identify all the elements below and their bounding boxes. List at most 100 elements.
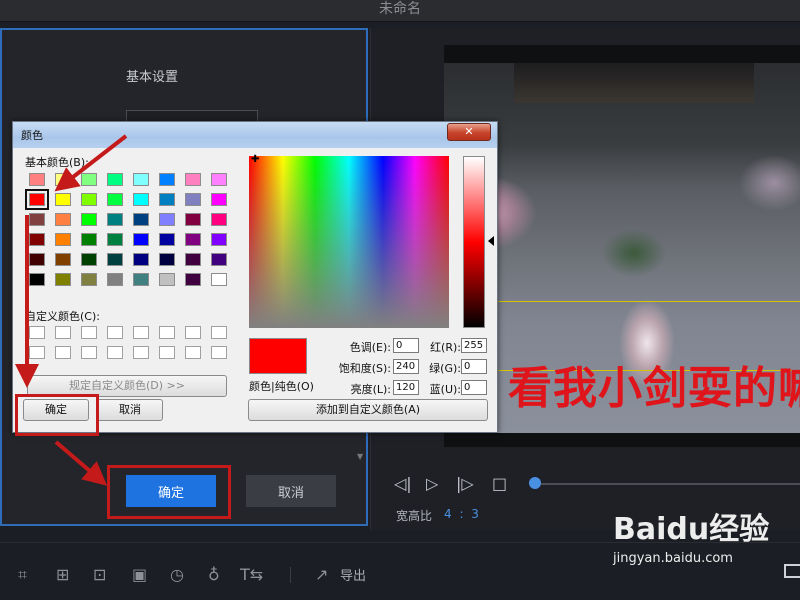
basic-color-swatch[interactable] [81,213,97,226]
basic-color-swatch[interactable] [159,233,175,246]
custom-color-swatch[interactable] [185,326,201,339]
luminance-input[interactable]: 120 [393,380,419,395]
custom-color-swatch[interactable] [107,326,123,339]
basic-color-swatch[interactable] [211,213,227,226]
basic-color-swatch[interactable] [81,253,97,266]
basic-color-swatch[interactable] [211,193,227,206]
luminance-slider[interactable] [463,156,485,328]
play-icon[interactable]: ▷ [426,474,438,493]
basic-color-swatch[interactable] [29,213,45,226]
frame-icon[interactable]: ▣ [132,565,147,584]
custom-color-swatch[interactable] [133,326,149,339]
basic-color-swatch[interactable] [159,193,175,206]
dialog-cancel-button[interactable]: 取消 [97,399,163,421]
dialog-titlebar[interactable]: 颜色 ✕ [13,122,497,148]
custom-color-swatch[interactable] [29,346,45,359]
basic-color-swatch[interactable] [185,233,201,246]
basic-color-swatch[interactable] [107,253,123,266]
custom-color-swatch[interactable] [107,346,123,359]
mosaic-icon[interactable]: ⊡ [93,565,106,584]
dialog-body: 基本颜色(B): 自定义颜色(C): 规定自定义颜色(D) >> 确定 取消 添… [17,148,494,430]
basic-color-swatch[interactable] [133,253,149,266]
custom-color-swatch[interactable] [81,326,97,339]
basic-color-swatch[interactable] [133,273,149,286]
basic-color-swatch[interactable] [55,233,71,246]
custom-color-swatch[interactable] [55,326,71,339]
basic-color-swatch[interactable] [133,193,149,206]
basic-color-swatch[interactable] [29,253,45,266]
basic-color-swatch[interactable] [107,173,123,186]
speed-clock-icon[interactable]: ◷ [170,565,184,584]
custom-color-swatch[interactable] [185,346,201,359]
timeline-track[interactable] [535,483,800,485]
red-input[interactable]: 255 [461,338,487,353]
basic-color-swatch[interactable] [81,173,97,186]
basic-color-swatch[interactable] [107,193,123,206]
scale-icon[interactable]: ⊞ [56,565,69,584]
basic-color-swatch[interactable] [185,213,201,226]
custom-color-swatch[interactable] [159,326,175,339]
blue-input[interactable]: 0 [461,380,487,395]
color-spectrum[interactable] [249,156,449,328]
basic-color-swatch[interactable] [211,253,227,266]
custom-color-swatch[interactable] [29,326,45,339]
basic-color-swatch[interactable] [133,173,149,186]
basic-color-swatch[interactable] [55,193,71,206]
microphone-icon[interactable]: ♁ [208,565,220,584]
hue-input[interactable]: 0 [393,338,419,353]
saturation-input[interactable]: 240 [393,359,419,374]
basic-color-swatch[interactable] [55,253,71,266]
spectrum-crosshair-icon[interactable]: ✚ [251,154,259,165]
basic-color-swatch[interactable] [185,193,201,206]
crop-icon[interactable]: ⌗ [18,565,27,585]
basic-color-swatch[interactable] [159,273,175,286]
basic-color-swatch[interactable] [211,173,227,186]
custom-color-swatch[interactable] [133,346,149,359]
basic-color-swatch[interactable] [55,173,71,186]
aspect-ratio-value[interactable]: 4 : 3 [444,507,481,521]
stop-icon[interactable]: □ [492,474,507,493]
basic-color-swatch[interactable] [211,233,227,246]
exit-icon[interactable] [784,564,800,578]
green-input[interactable]: 0 [461,359,487,374]
basic-color-swatch[interactable] [29,273,45,286]
add-to-custom-colors-button[interactable]: 添加到自定义颜色(A) [248,399,488,421]
basic-color-swatch[interactable] [159,253,175,266]
text-icon[interactable]: T⇆ [240,565,263,584]
basic-color-swatch[interactable] [107,273,123,286]
basic-color-swatch[interactable] [159,213,175,226]
basic-color-swatch[interactable] [185,273,201,286]
basic-color-swatch[interactable] [107,213,123,226]
basic-color-swatch[interactable] [81,193,97,206]
basic-color-swatch[interactable] [107,233,123,246]
basic-color-swatch[interactable] [185,173,201,186]
custom-color-swatch[interactable] [211,326,227,339]
luminance-arrow-icon[interactable] [488,236,494,246]
next-frame-icon[interactable]: |▷ [456,474,474,493]
basic-color-swatch[interactable] [159,173,175,186]
app-cancel-button[interactable]: 取消 [246,475,336,507]
scroll-down-icon[interactable]: ▼ [357,452,363,461]
custom-color-swatch[interactable] [159,346,175,359]
basic-color-swatch[interactable] [133,213,149,226]
basic-color-swatch[interactable] [29,173,45,186]
basic-color-swatch[interactable] [211,273,227,286]
export-button-label[interactable]: 导出 [340,565,366,584]
basic-color-swatch[interactable] [29,233,45,246]
previous-frame-icon[interactable]: ◁| [394,474,412,493]
close-icon[interactable]: ✕ [447,123,491,141]
basic-color-swatch[interactable] [55,213,71,226]
custom-color-swatch[interactable] [81,346,97,359]
custom-color-swatch[interactable] [211,346,227,359]
basic-color-swatch-selected[interactable] [25,189,49,210]
dialog-title: 颜色 [21,129,43,142]
custom-color-swatch[interactable] [55,346,71,359]
export-icon[interactable]: ↗ [315,565,328,584]
basic-color-swatch[interactable] [185,253,201,266]
basic-color-swatch[interactable] [55,273,71,286]
basic-color-swatch[interactable] [81,273,97,286]
color-solid-label[interactable]: 颜色|纯色(O) [249,378,314,394]
basic-color-swatch[interactable] [81,233,97,246]
timeline-knob[interactable] [529,477,541,489]
basic-color-swatch[interactable] [133,233,149,246]
